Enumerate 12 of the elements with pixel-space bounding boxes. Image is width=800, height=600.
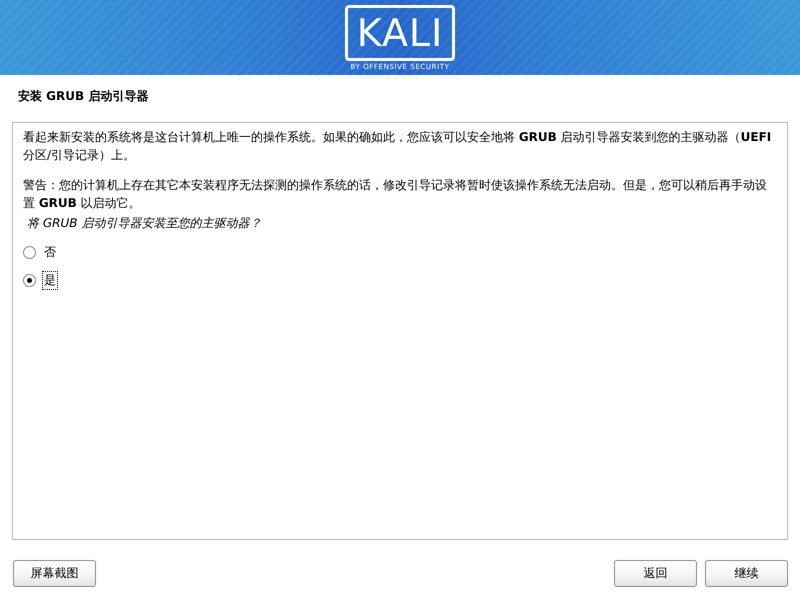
- question-text: 将 GRUB 启动引导器安装至您的主驱动器？: [26, 215, 262, 232]
- back-button[interactable]: 返回: [614, 560, 697, 587]
- option-label[interactable]: 否: [42, 242, 58, 262]
- continue-button[interactable]: 继续: [705, 560, 788, 587]
- radio-button[interactable]: [23, 274, 36, 286]
- screenshot-button[interactable]: 屏幕截图: [13, 560, 96, 587]
- radio-button[interactable]: [23, 246, 36, 258]
- info-paragraph: 警告：您的计算机上存在其它本安装程序无法探测的操作系统的话，修改引导记录将暂时使该操作系统无法启动。但是，您可以稍后再手动设置 GRUB 以启动它。: [23, 177, 768, 212]
- option-label[interactable]: 是: [42, 270, 58, 290]
- info-paragraph: 看起来新安装的系统将是这台计算机上唯一的操作系统。如果的确如此，您应该可以安全地将 GRUB 启动引导器安装到您的主驱动器（UEFI 分区/引导记录）上。: [23, 129, 772, 164]
- page-title: 安装 GRUB 启动引导器: [17, 88, 150, 105]
- logo-title: KALI: [356, 14, 444, 52]
